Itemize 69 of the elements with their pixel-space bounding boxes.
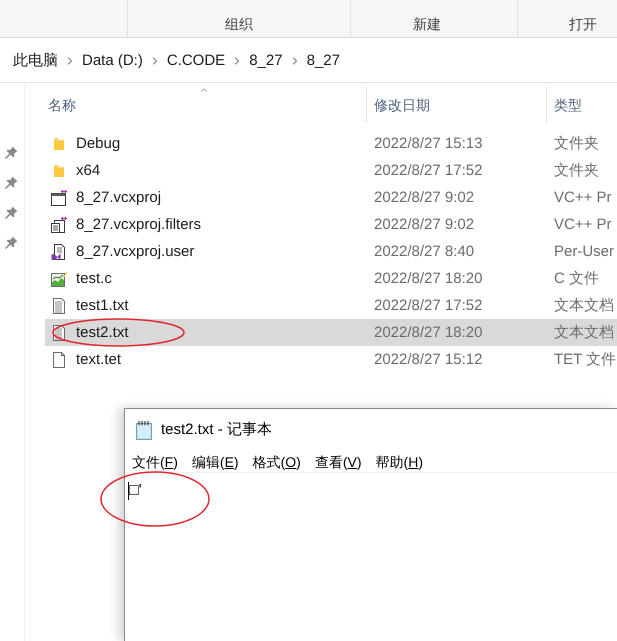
modified-date: 2022/8/27 8:40 (374, 242, 474, 260)
ribbon-group-label: 打开 (569, 15, 597, 33)
address-bar[interactable]: 此电脑 Data (D:) C.CODE 8_27 8_27 (0, 39, 617, 83)
modified-date: 2022/8/27 18:20 (374, 324, 482, 340)
pin-icon[interactable] (5, 206, 18, 219)
file-name: 8_27.vcxproj (76, 188, 162, 208)
file-row[interactable]: 8_27.vcxproj.user 2022/8/27 8:40 Per-User (45, 238, 617, 265)
modified-date: 2022/8/27 15:12 (374, 350, 482, 368)
file-type: Per-User (554, 242, 614, 260)
folder-icon (51, 136, 67, 152)
file-row[interactable]: test.c 2022/8/27 18:20 C 文件 (45, 265, 617, 292)
file-row[interactable]: text.tet 2022/8/27 15:12 TET 文件 (45, 346, 617, 373)
file-row[interactable]: test2.txt 2022/8/27 18:20 文本文档 (45, 319, 617, 346)
column-header[interactable]: 类型 (554, 96, 582, 114)
file-row[interactable]: 8_27.vcxproj 2022/8/27 9:02 VC++ Pr (45, 184, 617, 211)
file-row[interactable]: 8_27.vcxproj.filters 2022/8/27 9:02 VC++ Pr (45, 211, 617, 238)
column-header[interactable]: 修改日期 (374, 96, 430, 114)
pin-icon[interactable] (5, 236, 18, 249)
modified-date: 2022/8/27 18:20 (374, 270, 482, 286)
file-name: Debug (76, 134, 120, 154)
file-name: 8_27.vcxproj.filters (76, 214, 202, 234)
file-name: test1.txt (76, 296, 129, 316)
file-type: TET 文件 (554, 350, 616, 368)
ribbon-group-label: 组织 (225, 15, 253, 33)
file-name: 8_27.vcxproj.user (76, 242, 194, 262)
folder-icon (51, 162, 67, 178)
modified-date: 2022/8/27 17:52 (374, 296, 482, 314)
menu-item[interactable]: 编辑(E) (192, 452, 239, 470)
breadcrumb-item[interactable]: C.CODE (164, 50, 228, 70)
document-file-icon (51, 244, 67, 260)
menu-item[interactable]: 帮助(H) (376, 452, 423, 470)
file-row[interactable]: test1.txt 2022/8/27 17:52 文本文档 (45, 292, 617, 319)
file-type: 文件夹 (554, 162, 599, 178)
file-name: x64 (76, 160, 100, 180)
file-type: VC++ Pr (554, 188, 612, 206)
file-type: 文件夹 (554, 134, 599, 152)
menu-item[interactable]: 文件(F) (132, 452, 178, 470)
menu-item[interactable]: 查看(V) (314, 452, 362, 470)
breadcrumb-item[interactable]: 此电脑 (10, 50, 61, 70)
modified-date: 2022/8/27 15:13 (374, 134, 482, 152)
pin-icon[interactable] (5, 176, 18, 189)
file-type: VC++ Pr (554, 216, 612, 232)
breadcrumb-item[interactable]: 8_27 (246, 50, 286, 70)
modified-date: 2022/8/27 9:02 (374, 188, 474, 206)
file-type: 文本文档 (554, 296, 614, 314)
window-file-icon (51, 190, 67, 206)
file-type: C 文件 (554, 270, 599, 286)
notepad-icon (135, 420, 153, 440)
document-file-icon (51, 216, 67, 232)
breadcrumb-item[interactable]: Data (D:) (79, 50, 146, 70)
file-row[interactable]: Debug 2022/8/27 15:13 文件夹 (45, 130, 617, 157)
column-header[interactable]: 名称 (48, 96, 76, 114)
text-file-icon (51, 298, 67, 314)
file-name: text.tet (76, 350, 122, 370)
ribbon-group-label: 新建 (413, 15, 441, 33)
modified-date: 2022/8/27 17:52 (374, 162, 482, 178)
document-text: □' (129, 482, 142, 500)
file-name: test2.txt (76, 322, 129, 342)
blank-file-icon (51, 352, 67, 368)
file-type: 文本文档 (554, 324, 614, 340)
menu-item[interactable]: 格式(O) (252, 452, 301, 470)
file-row[interactable]: x64 2022/8/27 17:52 文件夹 (45, 157, 617, 184)
file-name: test.c (76, 268, 112, 288)
modified-date: 2022/8/27 9:02 (374, 216, 474, 232)
window-title: test2.txt - 记事本 (161, 420, 272, 440)
chart-file-icon (51, 270, 67, 286)
pin-icon[interactable] (5, 146, 18, 159)
breadcrumb-item[interactable]: 8_27 (304, 50, 343, 70)
text-cursor (128, 482, 129, 500)
